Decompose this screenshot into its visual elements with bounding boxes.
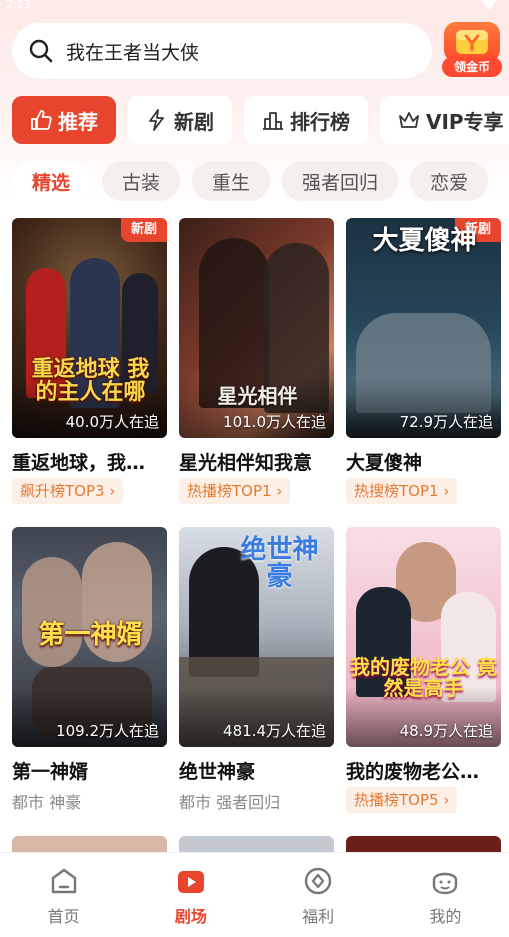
rank-badge[interactable]: 飙升榜TOP3 › xyxy=(12,478,124,504)
tab-ranking[interactable]: 排行榜 xyxy=(244,96,368,144)
nav-theater[interactable]: 剧场 xyxy=(127,853,254,937)
main-tabs: 推荐 新剧 排行榜 VIP专享 xyxy=(12,96,509,144)
drama-title: 重返地球，我… xyxy=(12,452,146,474)
poster-art-text: 我的废物老公 竟然是高手 xyxy=(350,655,497,700)
coin-icon xyxy=(444,22,500,62)
tab-recommend[interactable]: 推荐 xyxy=(12,96,116,144)
tab-label: VIP专享 xyxy=(426,109,504,134)
nav-home[interactable]: 首页 xyxy=(0,853,127,937)
watch-count: 109.2万人在追 xyxy=(56,722,159,740)
drama-poster: 新剧 重返地球 我的主人在哪 40.0万人在追 xyxy=(12,218,167,438)
thumbs-up-icon xyxy=(31,110,52,130)
lightning-icon xyxy=(149,109,164,131)
nav-welfare[interactable]: 福利 xyxy=(255,853,382,937)
poster-art-text: 第一神婿 xyxy=(38,620,143,650)
nav-label: 剧场 xyxy=(174,907,207,926)
poster-art-text: 重返地球 我的主人在哪 xyxy=(31,356,150,406)
drama-poster: 第一神婿 109.2万人在追 xyxy=(12,527,167,747)
drama-poster: 新剧 大夏傻神 72.9万人在追 xyxy=(346,218,501,438)
genre-tab-return[interactable]: 强者回归 xyxy=(282,161,399,201)
watch-count: 481.4万人在追 xyxy=(223,722,326,740)
status-time: 2:23 xyxy=(6,0,31,11)
search-row: 我在王者当大侠 领金币 xyxy=(12,20,502,82)
search-icon xyxy=(29,39,53,63)
watch-count: 48.9万人在追 xyxy=(399,722,493,740)
tab-label: 新剧 xyxy=(174,109,214,134)
bar-chart-icon xyxy=(263,112,283,130)
nav-label: 我的 xyxy=(429,907,462,926)
poster-art-text: 星光相伴 xyxy=(217,384,298,408)
nav-label: 首页 xyxy=(47,907,80,926)
rank-badge[interactable]: 热播榜TOP1 › xyxy=(179,478,291,504)
new-badge: 新剧 xyxy=(121,218,167,242)
gift-compass-icon xyxy=(304,867,332,895)
nav-profile[interactable]: 我的 xyxy=(382,853,509,937)
watch-count: 72.9万人在追 xyxy=(399,413,493,431)
home-icon xyxy=(51,868,76,894)
genre-tab-featured[interactable]: 精选 xyxy=(12,161,91,201)
coin-button[interactable]: 领金币 xyxy=(442,20,502,78)
drama-title: 星光相伴知我意 xyxy=(179,452,313,474)
drama-genre: 都市 神豪 xyxy=(12,793,82,812)
genre-tabs: 精选 古装 重生 强者回归 恋爱 xyxy=(12,161,509,201)
drama-title: 第一神婿 xyxy=(12,761,89,783)
drama-poster: 星光相伴 101.0万人在追 xyxy=(179,218,334,438)
watch-count: 40.0万人在追 xyxy=(65,413,159,431)
rank-badge[interactable]: 热搜榜TOP1 › xyxy=(346,478,458,504)
genre-tab-romance[interactable]: 恋爱 xyxy=(410,161,489,201)
coin-label: 领金币 xyxy=(442,57,502,77)
nav-label: 福利 xyxy=(302,907,335,926)
crown-icon xyxy=(399,112,419,128)
tab-label: 推荐 xyxy=(58,109,98,134)
tab-vip[interactable]: VIP专享 xyxy=(380,96,509,144)
status-bar: 2:23 xyxy=(0,0,509,12)
profile-icon xyxy=(433,872,458,895)
drama-poster: 我的废物老公 竟然是高手 48.9万人在追 xyxy=(346,527,501,747)
watch-count: 101.0万人在追 xyxy=(223,413,326,431)
tab-new[interactable]: 新剧 xyxy=(128,96,232,144)
poster-art-text: 绝世神豪 xyxy=(240,535,319,593)
drama-title: 大夏傻神 xyxy=(346,452,423,474)
search-placeholder: 我在王者当大侠 xyxy=(66,41,200,64)
drama-poster: 绝世神豪 481.4万人在追 xyxy=(179,527,334,747)
poster-art-text: 大夏傻神 xyxy=(372,226,477,256)
play-icon xyxy=(177,871,204,893)
genre-tab-rebirth[interactable]: 重生 xyxy=(192,161,271,201)
drama-genre: 都市 强者回归 xyxy=(179,793,281,812)
bottom-navigation: 首页 剧场 福利 我的 xyxy=(0,852,509,937)
tab-label: 排行榜 xyxy=(290,109,350,134)
wifi-icon xyxy=(481,0,497,10)
search-input[interactable]: 我在王者当大侠 xyxy=(12,23,432,79)
drama-title: 绝世神豪 xyxy=(179,761,256,783)
rank-badge[interactable]: 热播榜TOP5 › xyxy=(346,787,458,813)
genre-tab-costume[interactable]: 古装 xyxy=(102,161,181,201)
drama-title: 我的废物老公… xyxy=(346,761,480,783)
